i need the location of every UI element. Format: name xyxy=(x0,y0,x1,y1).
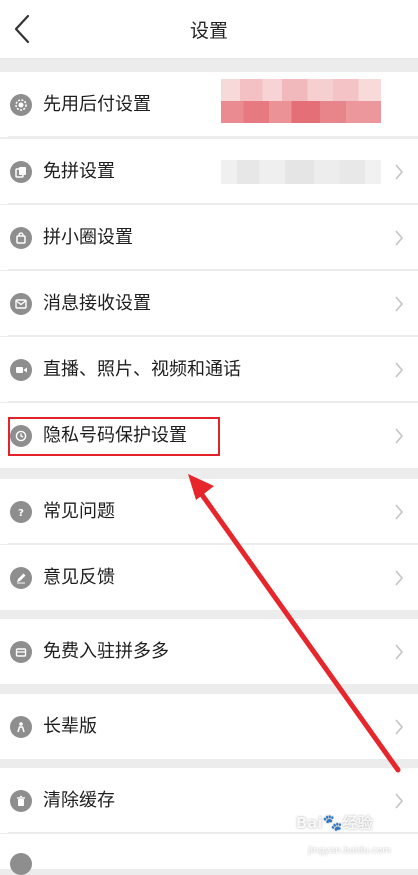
watermark-url: jingyan.baidu.com xyxy=(308,846,392,856)
gear-icon xyxy=(10,93,32,116)
chevron-right-icon xyxy=(395,643,404,660)
settings-row-merchant[interactable]: 免费入驻拼多多 xyxy=(0,619,418,684)
chevron-right-icon xyxy=(395,718,404,735)
settings-row-label: 长辈版 xyxy=(43,716,97,737)
elder-icon xyxy=(10,715,32,738)
chevron-right-icon xyxy=(395,295,404,312)
settings-row-elder-mode[interactable]: 长辈版 xyxy=(0,694,418,759)
edit-icon xyxy=(10,566,32,589)
settings-row-label: 意见反馈 xyxy=(43,567,115,588)
settings-row-media[interactable]: 直播、照片、视频和通话 xyxy=(0,337,418,402)
header-bar: 设置 xyxy=(0,0,418,59)
chevron-right-icon xyxy=(395,163,404,180)
watermark-brand: Bai xyxy=(296,814,323,832)
chevron-right-icon xyxy=(395,792,404,809)
store-icon xyxy=(10,640,32,663)
settings-row-no-group[interactable]: 免拼设置 xyxy=(0,139,418,204)
question-icon: ? xyxy=(10,500,32,523)
highlight-annotation-box xyxy=(8,417,220,456)
settings-row-label: 免费入驻拼多多 xyxy=(43,641,169,662)
settings-row-pay-later[interactable]: 先用后付设置 xyxy=(0,72,418,137)
watermark-brand2: 经验 xyxy=(342,814,373,832)
chevron-right-icon xyxy=(395,503,404,520)
settings-row-label: 消息接收设置 xyxy=(43,293,151,314)
video-icon xyxy=(10,358,32,381)
settings-row-faq[interactable]: ? 常见问题 xyxy=(0,479,418,544)
svg-text:?: ? xyxy=(18,508,24,518)
settings-row-label: 清除缓存 xyxy=(43,790,115,811)
page-title: 设置 xyxy=(189,20,228,42)
settings-row-feedback[interactable]: 意见反馈 xyxy=(0,545,418,610)
mail-icon xyxy=(10,292,32,315)
partial-row-icon xyxy=(10,853,32,875)
copy-icon xyxy=(10,160,32,183)
chevron-right-icon xyxy=(395,361,404,378)
chevron-right-icon xyxy=(395,569,404,586)
redacted-value xyxy=(221,160,381,184)
redacted-value xyxy=(221,79,381,123)
settings-row-circle[interactable]: 拼小圈设置 xyxy=(0,205,418,270)
settings-row-label: 免拼设置 xyxy=(43,161,115,182)
bag-icon xyxy=(10,226,32,249)
chevron-right-icon xyxy=(395,427,404,444)
settings-row-label: 常见问题 xyxy=(43,501,115,522)
settings-row-messages[interactable]: 消息接收设置 xyxy=(0,271,418,336)
paw-icon: 🐾 xyxy=(322,813,343,832)
settings-row-label: 先用后付设置 xyxy=(43,94,151,115)
settings-row-label: 拼小圈设置 xyxy=(43,227,133,248)
settings-row-label: 直播、照片、视频和通话 xyxy=(43,359,241,380)
chevron-right-icon xyxy=(395,229,404,246)
trash-icon xyxy=(10,789,32,812)
